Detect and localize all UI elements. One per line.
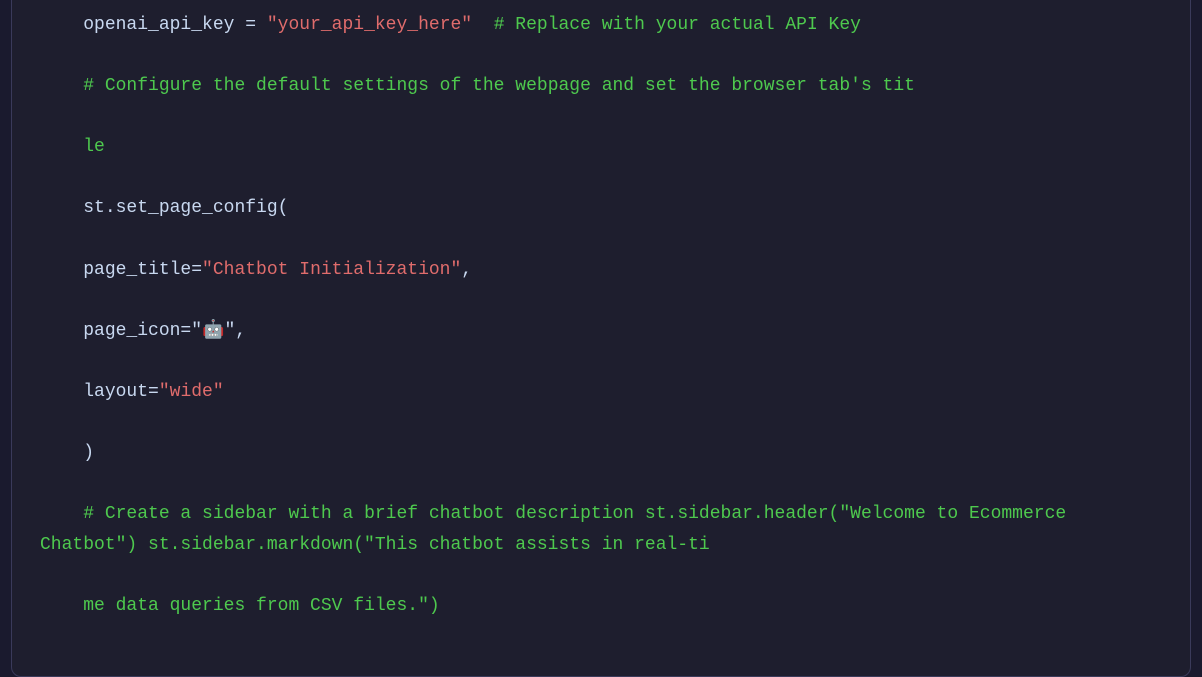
- code-block: # Initialization and Configuration # Obt…: [40, 0, 1162, 652]
- line-8-string: "wide": [159, 382, 224, 402]
- line-6-comma: ,: [461, 260, 472, 280]
- line-5: st.set_page_config(: [83, 198, 288, 218]
- line-6-plain: page_title=: [83, 260, 202, 280]
- line-4: # Configure the default settings of the …: [83, 76, 915, 96]
- code-container: # Initialization and Configuration # Obt…: [11, 0, 1191, 677]
- line-4b: le: [83, 137, 105, 157]
- line-10: # Create a sidebar with a brief chatbot …: [40, 504, 1077, 555]
- line-6-string: "Chatbot Initialization": [202, 260, 461, 280]
- line-3-comment: # Replace with your actual API Key: [472, 15, 861, 35]
- line-3-plain: openai_api_key =: [83, 15, 267, 35]
- line-3-string: "your_api_key_here": [267, 15, 472, 35]
- line-7: page_icon="🤖",: [83, 321, 246, 341]
- line-8-plain: layout=: [83, 382, 159, 402]
- line-10b: me data queries from CSV files."): [83, 596, 439, 616]
- line-9: ): [83, 443, 94, 463]
